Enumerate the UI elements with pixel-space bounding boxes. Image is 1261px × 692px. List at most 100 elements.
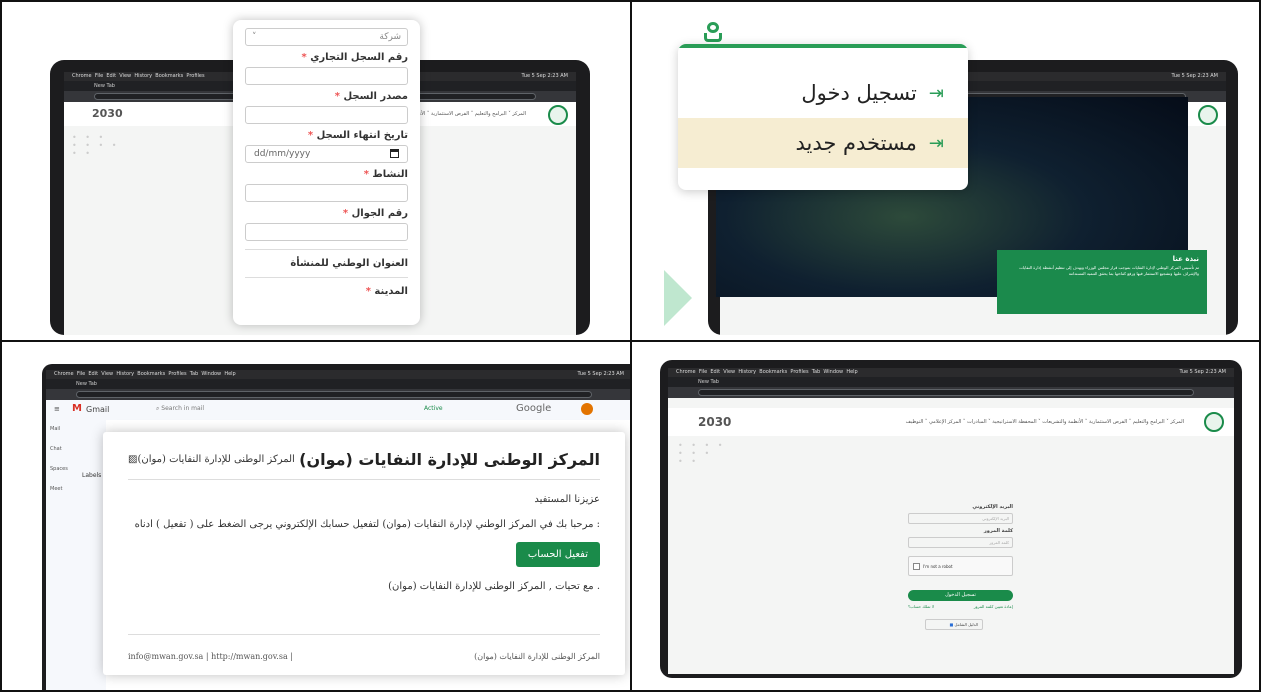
menu-history[interactable]: History (134, 73, 152, 79)
menu-profiles[interactable]: Profiles (186, 73, 204, 79)
entity-type-select[interactable]: شركة ˅ (245, 28, 408, 46)
url-field[interactable] (76, 391, 592, 398)
captcha-label: I'm not a robot (923, 564, 953, 569)
decorative-triangle (664, 270, 692, 326)
login-arrow-icon: ⇥ (928, 132, 944, 154)
reg-expiry-date-input[interactable]: dd/mm/yyyy (245, 145, 408, 163)
activate-account-button[interactable]: تفعيل الحساب (515, 542, 600, 567)
menu-profiles[interactable]: Profiles (168, 371, 186, 377)
menu-tab[interactable]: Tab (190, 371, 198, 377)
login-submit-button[interactable]: تسجيل الدخول (908, 590, 1013, 601)
about-title: نبذة عنا (1172, 255, 1199, 263)
activation-email-card: المركز الوطنى للإدارة النفايات (موان) ال… (103, 432, 625, 675)
city-label: المدينة * (365, 286, 408, 297)
reg-source-label: مصدر السجل * (334, 91, 408, 102)
menu-edit[interactable]: Edit (88, 371, 98, 377)
about-panel: نبذة عنا تم تأسيس المركز الوطني لإدارة ا… (997, 250, 1207, 314)
tab-bar: New Tab (46, 379, 630, 389)
email-footer: المركز الوطنى للإدارة النفايات (موان) | … (128, 652, 600, 661)
email-closing: . مع تحيات , المركز الوطنى للإدارة النفا… (388, 581, 600, 592)
commercial-reg-input[interactable] (245, 67, 408, 85)
login-label: تسجيل دخول (801, 81, 917, 105)
url-field[interactable] (698, 389, 1194, 396)
activity-input[interactable] (245, 184, 408, 202)
mobile-input[interactable] (245, 223, 408, 241)
tab-new-tab[interactable]: New Tab (698, 379, 719, 385)
menu-item-new-user[interactable]: ⇥ مستخدم جديد (678, 118, 968, 168)
tab-new-tab[interactable]: New Tab (94, 83, 115, 89)
guide-button[interactable]: الدليل الشامل ■ (925, 619, 983, 630)
menu-window[interactable]: Window (823, 369, 843, 375)
menu-chrome[interactable]: Chrome (54, 371, 74, 377)
guide-label: الدليل الشامل (954, 622, 978, 627)
separator (128, 479, 600, 480)
footer-name: المركز الوطنى للإدارة النفايات (موان) (474, 652, 600, 661)
gmail-header: ≡ M Gmail ⌕ Search in mail Active Google (46, 400, 630, 420)
menu-file[interactable]: File (699, 369, 707, 375)
new-account-link[interactable]: لا تملك حساب؟ (908, 604, 934, 609)
email-header: المركز الوطنى للإدارة النفايات (موان) ال… (128, 450, 600, 469)
recaptcha[interactable]: I'm not a robot (908, 556, 1013, 576)
separator (128, 634, 600, 635)
calendar-icon[interactable] (390, 149, 399, 158)
sidebar-spaces[interactable]: Spaces (50, 466, 68, 472)
email-label: البريد الإلكتروني (972, 504, 1013, 510)
gmail-search[interactable]: ⌕ Search in mail (156, 405, 204, 413)
menu-edit[interactable]: Edit (106, 73, 116, 79)
menu-help[interactable]: Help (846, 369, 857, 375)
email-greeting: عزيزنا المستفيد (534, 494, 600, 505)
menu-view[interactable]: View (723, 369, 735, 375)
tab-new-tab[interactable]: New Tab (76, 381, 97, 387)
mwan-nav-items[interactable]: المركز ˅ البرامج والتعليم ˅ الفرص الاستث… (906, 419, 1184, 425)
menu-edit[interactable]: Edit (710, 369, 720, 375)
menu-bookmarks[interactable]: Bookmarks (155, 73, 183, 79)
menu-bookmarks[interactable]: Bookmarks (759, 369, 787, 375)
menu-history[interactable]: History (738, 369, 756, 375)
password-input[interactable]: كلمة المرور (908, 537, 1013, 548)
clock: Tue 5 Sep 2:23 AM (1179, 369, 1226, 375)
chevron-down-icon: ˅ (252, 32, 257, 42)
menu-bookmarks[interactable]: Bookmarks (137, 371, 165, 377)
menu-history[interactable]: History (116, 371, 134, 377)
sidebar-meet[interactable]: Meet (50, 486, 62, 492)
menu-profiles[interactable]: Profiles (790, 369, 808, 375)
forgot-password-link[interactable]: إعادة تعيين كلمة المرور (974, 604, 1013, 609)
reg-source-input[interactable] (245, 106, 408, 124)
menu-view[interactable]: View (119, 73, 131, 79)
laptop: Chrome File Edit View History Bookmarks … (660, 360, 1242, 678)
menu-view[interactable]: View (101, 371, 113, 377)
activity-label: النشاط * (363, 169, 408, 180)
menu-icon[interactable]: ≡ (54, 405, 60, 413)
menu-window[interactable]: Window (201, 371, 221, 377)
menu-tab[interactable]: Tab (812, 369, 820, 375)
mwan-logo-icon (1204, 412, 1224, 432)
panel-registration-form: Chrome File Edit View History Bookmarks … (2, 2, 630, 340)
menu-chrome[interactable]: Chrome (72, 73, 92, 79)
account-menu: ⇥ تسجيل دخول ⇥ مستخدم جديد (678, 44, 968, 190)
commercial-reg-label: رقم السجل التجاري * (301, 52, 408, 63)
menu-file[interactable]: File (95, 73, 103, 79)
sidebar-mail[interactable]: Mail (50, 426, 60, 432)
sidebar-chat[interactable]: Chat (50, 446, 62, 452)
labels-heading: Labels (82, 472, 102, 479)
email-logo-alt: المركز الوطنى للإدارة النفايات (موان)▨ (128, 454, 295, 465)
registration-form-card: شركة ˅ رقم السجل التجاري * مصدر السجل * … (233, 20, 420, 325)
mwan-nav: المركز ˅ البرامج والتعليم ˅ الفرص الاستث… (668, 408, 1234, 436)
email-input[interactable]: البريد الإلكتروني (908, 513, 1013, 524)
mac-menubar: Chrome File Edit View History Bookmarks … (46, 370, 630, 379)
login-form: البريد الإلكتروني البريد الإلكتروني كلمة… (908, 500, 1013, 630)
menu-file[interactable]: File (77, 371, 85, 377)
gmail-logo-icon: M (72, 403, 82, 414)
footer-contact[interactable]: | info@mwan.gov.sa | http://mwan.gov.sa (128, 652, 293, 661)
clock: Tue 5 Sep 2:23 AM (577, 371, 624, 377)
login-arrow-icon: ⇥ (928, 82, 944, 104)
menu-chrome[interactable]: Chrome (676, 369, 696, 375)
user-icon[interactable] (704, 22, 722, 42)
captcha-checkbox[interactable] (913, 563, 920, 570)
mwan-logo-icon (1198, 105, 1218, 125)
status-active[interactable]: Active (424, 405, 443, 412)
menu-item-login[interactable]: ⇥ تسجيل دخول (678, 68, 968, 118)
avatar[interactable] (581, 403, 593, 415)
menu-help[interactable]: Help (224, 371, 235, 377)
clock: Tue 5 Sep 2:23 AM (521, 73, 568, 79)
